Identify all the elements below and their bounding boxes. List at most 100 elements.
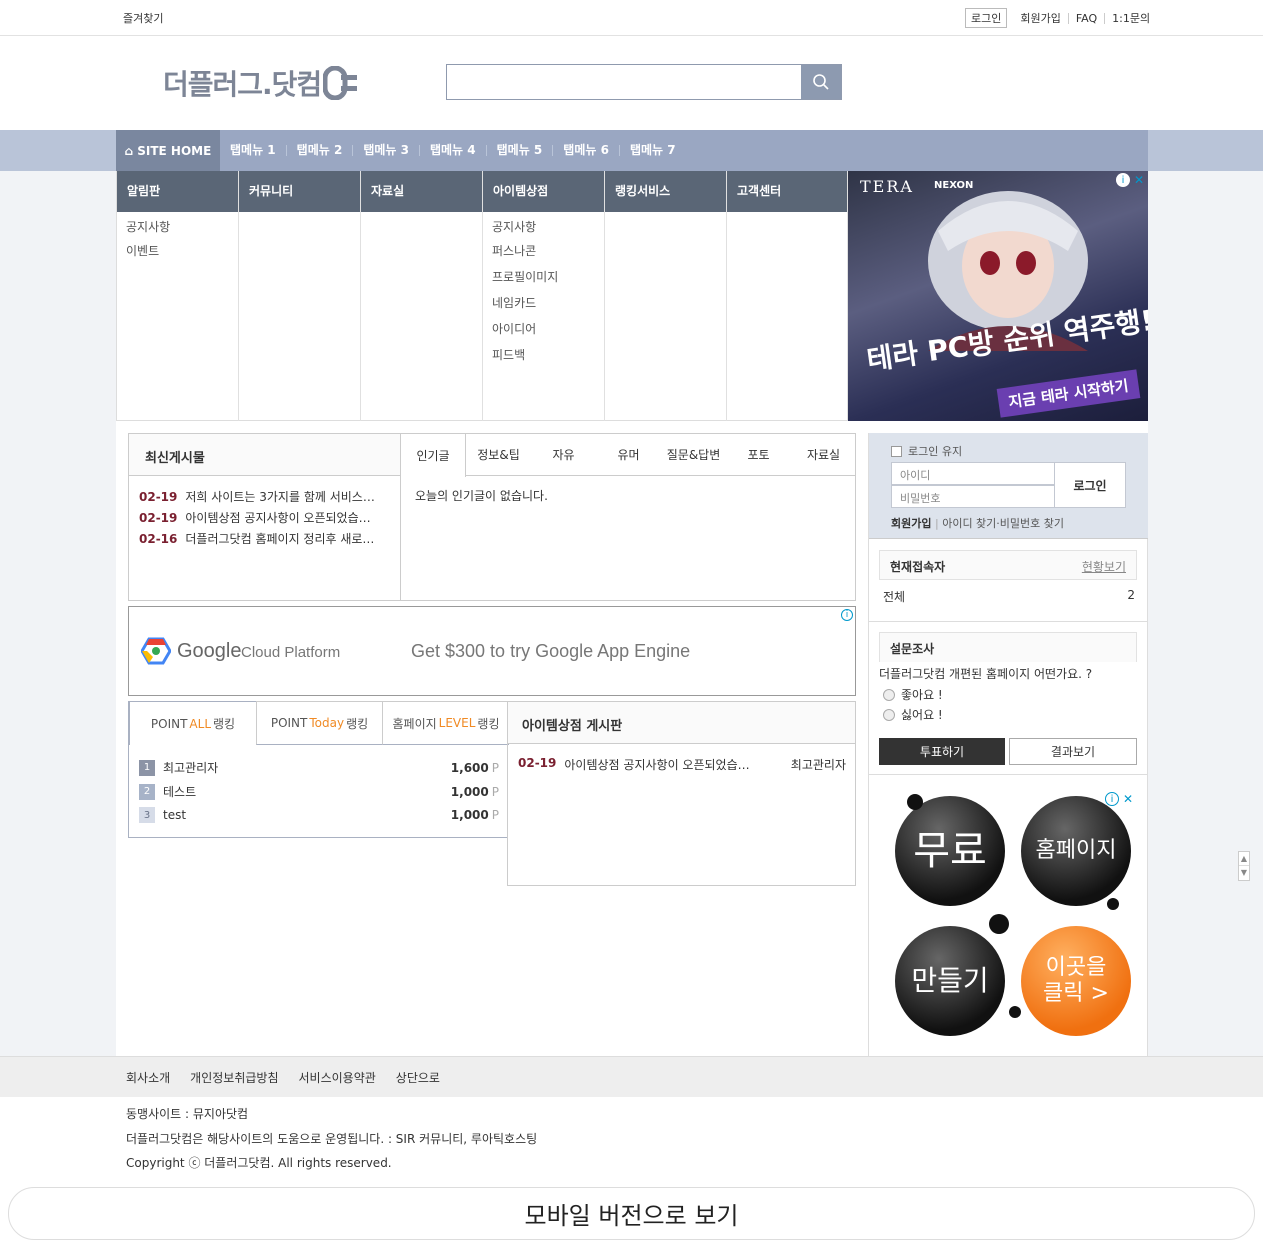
tab-point-today[interactable]: POINT Today 랭킹: [256, 701, 382, 745]
list-item[interactable]: 02-19 아이템상점 공지사항이 오픈되었습…: [139, 509, 394, 526]
keep-login[interactable]: 로그인 유지: [891, 443, 962, 459]
vote-button[interactable]: 투표하기: [879, 738, 1005, 765]
post-title: 아이템상점 공지사항이 오픈되었습…: [185, 511, 371, 525]
bookmark-link[interactable]: 즐겨찾기: [123, 10, 163, 26]
footer-copyright: Copyright ⓒ 더플러그닷컴. All rights reserved.: [126, 1156, 392, 1170]
nav-tab-4[interactable]: 탭메뉴 4: [418, 144, 486, 156]
menu-heading[interactable]: 자료실: [361, 171, 482, 212]
nav-tab-3[interactable]: 탭메뉴 3: [352, 144, 419, 156]
connect-view-link[interactable]: 현황보기: [1082, 558, 1126, 574]
find-account-link[interactable]: 아이디 찾기·비밀번호 찾기: [942, 517, 1064, 530]
search-button[interactable]: [801, 65, 841, 99]
footer-link-privacy[interactable]: 개인정보취급방침: [190, 1069, 278, 1086]
nav-tab-7[interactable]: 탭메뉴 7: [618, 144, 686, 156]
tab-level[interactable]: 홈페이지 LEVEL 랭킹: [382, 701, 509, 745]
rank-name: test: [163, 808, 187, 822]
decor-dot: [1009, 1006, 1021, 1018]
tab-popular[interactable]: 인기글: [401, 434, 466, 477]
tera-ad-banner[interactable]: TERA NEXON i ✕ 테라 PC방 순위 역주행! 지금 테라 시작하기: [848, 171, 1148, 421]
ad-close-icon[interactable]: ✕: [1121, 792, 1135, 806]
poll-option-1[interactable]: 좋아요 !: [883, 686, 943, 703]
ad-info-icon[interactable]: i: [1105, 792, 1119, 806]
homepage-ad[interactable]: 무료 홈페이지 만들기 이곳을 클릭 > i ✕: [879, 778, 1139, 1048]
home-icon: ⌂: [124, 143, 134, 158]
keep-login-checkbox[interactable]: [891, 445, 902, 457]
menu-item[interactable]: 네임카드: [483, 290, 604, 316]
tab-highlight: LEVEL: [438, 716, 476, 730]
ad-close-icon[interactable]: ✕: [1132, 173, 1146, 187]
menu-column-notice: 알림판 공지사항 이벤트: [116, 171, 238, 421]
search-input[interactable]: [447, 65, 801, 99]
board-title[interactable]: 아이템상점 게시판: [508, 702, 855, 744]
rank-name: 최고관리자: [163, 761, 219, 775]
footer-link-top[interactable]: 상단으로: [396, 1069, 440, 1086]
footer-link-company[interactable]: 회사소개: [126, 1069, 170, 1086]
ad-info-icon[interactable]: i: [1116, 173, 1130, 187]
tab-photo[interactable]: 포토: [726, 434, 791, 475]
ranking-tabs: POINT ALL 랭킹 POINT Today 랭킹 홈페이지 LEVEL 랭…: [129, 701, 509, 745]
login-link[interactable]: 로그인: [965, 8, 1008, 28]
radio-button[interactable]: [883, 708, 895, 721]
mobile-version-button[interactable]: 모바일 버전으로 보기: [8, 1187, 1255, 1240]
menu-item[interactable]: 공지사항: [117, 212, 238, 238]
login-button[interactable]: 로그인: [1054, 462, 1126, 508]
tab-point-all[interactable]: POINT ALL 랭킹: [129, 701, 256, 745]
google-cloud-icon: [141, 637, 171, 665]
post-title: 저희 사이트는 3가지를 함께 서비스…: [185, 490, 375, 504]
site-logo[interactable]: 더플러그.닷컴: [163, 64, 359, 102]
menu-heading[interactable]: 고객센터: [727, 171, 847, 212]
footer-link-terms[interactable]: 서비스이용약관: [299, 1069, 376, 1086]
id-input[interactable]: 아이디: [891, 462, 1055, 485]
menu-item[interactable]: 퍼스나콘: [483, 238, 604, 264]
result-button[interactable]: 결과보기: [1009, 738, 1137, 765]
poll-option-2[interactable]: 싫어요 !: [883, 706, 943, 723]
latest-list: 최신게시물 02-19 저희 사이트는 3가지를 함께 서비스… 02-19 아이템…: [129, 434, 401, 600]
radio-button[interactable]: [883, 688, 895, 701]
scroll-widget[interactable]: ▲ ▼: [1238, 851, 1250, 881]
footer-operated: 더플러그닷컴은 해당사이트의 도움으로 운영됩니다. : SIR 커뮤니티, 루…: [126, 1132, 538, 1146]
list-item[interactable]: 02-19 아이템상점 공지사항이 오픈되었습… 최고관리자: [518, 756, 846, 773]
ad-info-icon[interactable]: i: [841, 609, 853, 621]
signup-link[interactable]: 회원가입: [891, 517, 931, 530]
nav-home-label: SITE HOME: [137, 143, 212, 158]
mega-menu: 알림판 공지사항 이벤트 커뮤니티 자료실 아이템상점 공지사항 퍼스나콘 프로…: [116, 171, 848, 421]
tab-qna[interactable]: 질문&답변: [661, 434, 726, 475]
list-item[interactable]: 02-19 저희 사이트는 3가지를 함께 서비스…: [139, 488, 394, 505]
nav-tab-2[interactable]: 탭메뉴 2: [285, 144, 353, 156]
menu-item[interactable]: 피드백: [483, 342, 604, 368]
post-date: 02-19: [139, 490, 178, 504]
tab-free[interactable]: 자유: [531, 434, 596, 475]
tab-humor[interactable]: 유머: [596, 434, 661, 475]
menu-heading[interactable]: 아이템상점: [483, 171, 604, 212]
nav-home[interactable]: ⌂ SITE HOME: [116, 130, 220, 171]
tab-archive[interactable]: 자료실: [791, 434, 856, 475]
menu-heading[interactable]: 랭킹서비스: [605, 171, 726, 212]
signup-link[interactable]: 회원가입: [1013, 13, 1067, 24]
menu-column-archive: 자료실: [360, 171, 482, 421]
menu-item[interactable]: 아이디어: [483, 316, 604, 342]
footer-sister-site: 동맹사이트 : 뮤지아닷컴: [126, 1107, 249, 1121]
list-item[interactable]: 02-16 더플러그닷컴 홈페이지 정리후 새로…: [139, 530, 394, 547]
google-cloud-ad[interactable]: Google Cloud Platform Get $300 to try Go…: [128, 606, 856, 696]
decor-dot: [1107, 898, 1119, 910]
menu-heading[interactable]: 알림판: [117, 171, 238, 212]
ranking-row[interactable]: 3 test 1,000 P: [139, 807, 499, 823]
menu-item[interactable]: 프로필이미지: [483, 264, 604, 290]
poll-option-label: 좋아요 !: [901, 688, 943, 702]
faq-link[interactable]: FAQ: [1067, 12, 1104, 24]
tab-label: POINT: [150, 716, 188, 731]
nav-tab-6[interactable]: 탭메뉴 6: [552, 144, 619, 156]
inquiry-link[interactable]: 1:1문의: [1104, 12, 1157, 24]
menu-item[interactable]: 공지사항: [483, 212, 604, 238]
scroll-down-icon[interactable]: ▼: [1239, 866, 1249, 880]
menu-heading[interactable]: 커뮤니티: [239, 171, 360, 212]
ranking-row[interactable]: 2 테스트 1,000 P: [139, 783, 499, 800]
nav-tab-1[interactable]: 탭메뉴 1: [220, 144, 286, 156]
tab-info[interactable]: 정보&팁: [466, 434, 531, 475]
menu-item[interactable]: 이벤트: [117, 238, 238, 264]
ranking-row[interactable]: 1 최고관리자 1,600 P: [139, 759, 499, 776]
nav-tab-5[interactable]: 탭메뉴 5: [485, 144, 553, 156]
password-input[interactable]: 비밀번호: [891, 485, 1055, 508]
top-links: 로그인 회원가입 FAQ 1:1문의: [965, 8, 1157, 28]
scroll-up-icon[interactable]: ▲: [1239, 852, 1249, 866]
